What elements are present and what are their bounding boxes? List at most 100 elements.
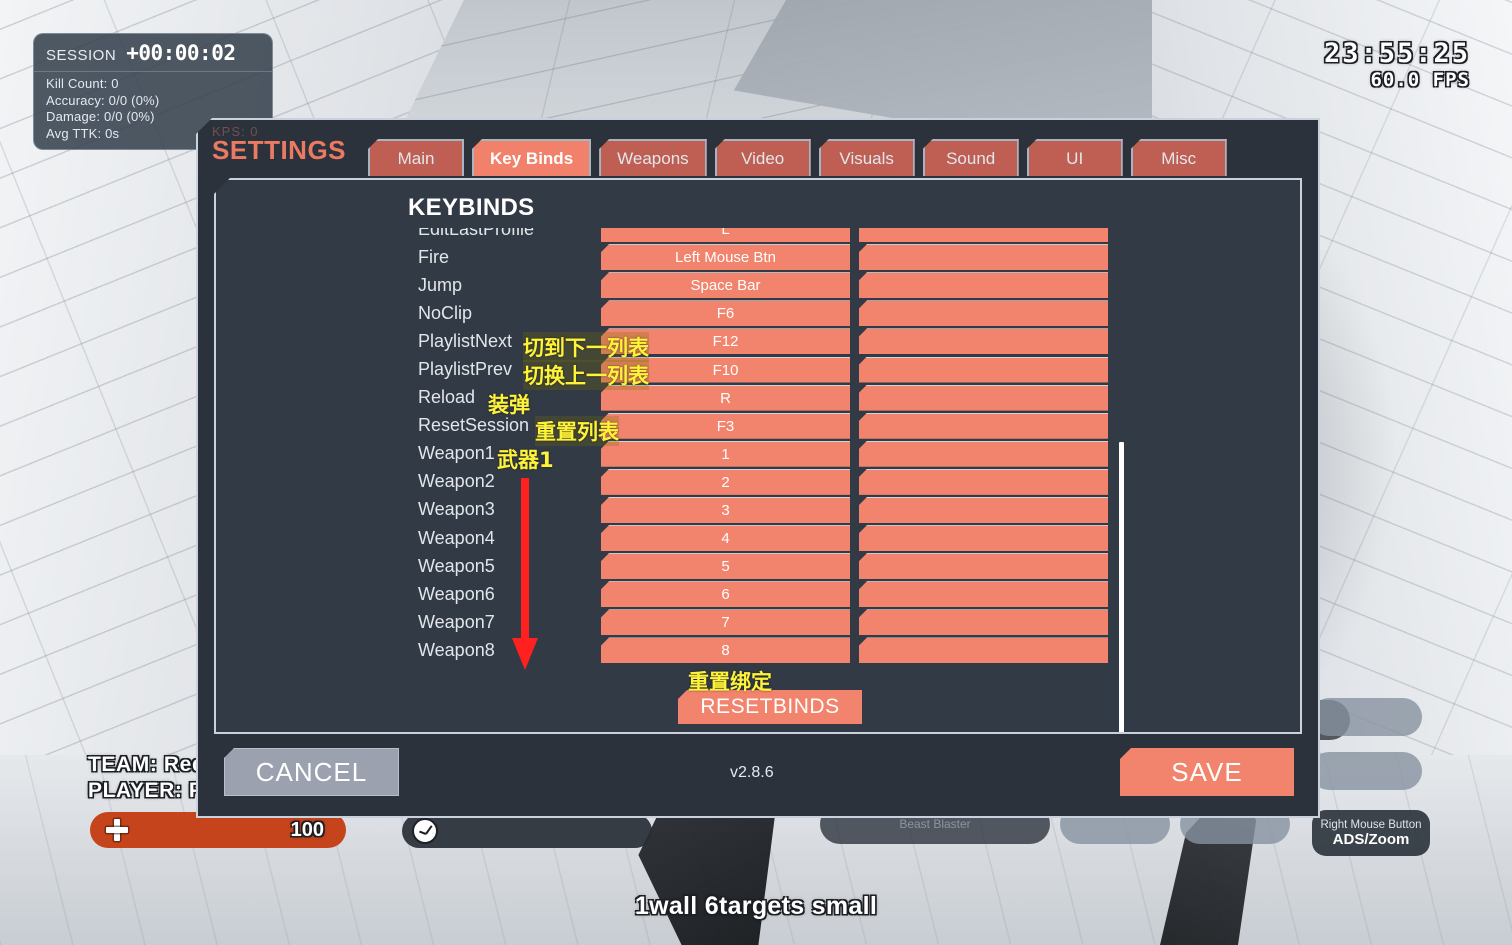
keybinds-list: EditLastProfile L Fire Left Mouse Btn Jump Sp… bbox=[216, 228, 1300, 665]
system-clock: 23:55:25 bbox=[1323, 38, 1470, 69]
keybind-row: NoClip F6 bbox=[216, 299, 1300, 327]
chinese-annotation: 武器1 bbox=[497, 448, 554, 472]
keybind-primary-button[interactable]: 6 bbox=[601, 581, 850, 608]
page-title: SETTINGS bbox=[212, 135, 347, 165]
keybind-row: Weapon7 7 bbox=[216, 608, 1300, 636]
stat-kill-count: Kill Count: 0 bbox=[46, 76, 119, 91]
scrollbar[interactable] bbox=[1119, 442, 1124, 732]
keybind-secondary-button[interactable] bbox=[859, 412, 1108, 439]
keybind-row: Weapon6 6 bbox=[216, 580, 1300, 608]
keybind-secondary-button[interactable] bbox=[859, 553, 1108, 580]
keybind-secondary-button[interactable] bbox=[859, 496, 1108, 523]
keybind-secondary-button[interactable] bbox=[859, 356, 1108, 383]
settings-footer: CANCEL v2.8.6 SAVE bbox=[198, 734, 1318, 816]
chinese-annotation: 切到下一列表 bbox=[523, 332, 649, 362]
keybind-primary-button[interactable]: 2 bbox=[601, 468, 850, 495]
weapon-slot-6[interactable] bbox=[1310, 752, 1422, 790]
keybind-row: PlaylistPrev F10 bbox=[216, 355, 1300, 383]
fps-counter: 60.0 FPS bbox=[1370, 69, 1470, 91]
keybind-row: Weapon1 1 bbox=[216, 440, 1300, 468]
keybind-primary-button[interactable]: Left Mouse Btn bbox=[601, 244, 850, 271]
keybind-row: EditLastProfile L bbox=[216, 228, 1300, 243]
keybind-row: Weapon4 4 bbox=[216, 524, 1300, 552]
weapon-slot-7-label: Beast Blaster bbox=[899, 817, 971, 831]
ads-bind-label: Right Mouse Button bbox=[1320, 818, 1422, 831]
keybind-primary-button[interactable]: 4 bbox=[601, 525, 850, 552]
keybind-row: Fire Left Mouse Btn bbox=[216, 243, 1300, 271]
tab-misc[interactable]: Misc bbox=[1130, 139, 1227, 176]
save-button[interactable]: SAVE bbox=[1120, 748, 1294, 796]
player-label: PLAYER: P bbox=[88, 779, 204, 802]
map-name-label: 1wall 6targets small bbox=[634, 892, 878, 920]
chinese-annotation: 装弹 bbox=[488, 393, 530, 417]
keybind-secondary-button[interactable] bbox=[859, 440, 1108, 467]
team-player-hud: TEAM: Red PLAYER: P bbox=[88, 752, 205, 804]
team-label: TEAM: Red bbox=[88, 753, 206, 776]
keybind-primary-button[interactable]: 7 bbox=[601, 609, 850, 636]
keybind-primary-button[interactable]: F3 bbox=[601, 412, 850, 439]
keybind-row: ResetSession F3 bbox=[216, 412, 1300, 440]
keybind-action-label: NoClip bbox=[418, 302, 473, 323]
keybind-primary-button[interactable]: F6 bbox=[601, 300, 850, 327]
ads-zoom-hud: Right Mouse Button ADS/Zoom bbox=[1312, 810, 1430, 856]
keybinds-scroll-area[interactable]: EditLastProfile L Fire Left Mouse Btn Jump Sp… bbox=[216, 228, 1300, 674]
keybind-action-label: Weapon2 bbox=[418, 471, 495, 492]
keybind-primary-button[interactable]: 1 bbox=[601, 440, 850, 467]
keybind-primary-button[interactable]: Space Bar bbox=[601, 272, 850, 299]
keybind-action-label: Fire bbox=[418, 246, 449, 267]
keybind-secondary-button[interactable] bbox=[859, 525, 1108, 552]
chinese-annotation: 重置列表 bbox=[535, 416, 619, 446]
keybind-secondary-button[interactable] bbox=[859, 328, 1108, 355]
keybind-row: Reload R bbox=[216, 384, 1300, 412]
tab-main[interactable]: Main bbox=[368, 139, 465, 176]
keybind-secondary-button[interactable] bbox=[859, 609, 1108, 636]
settings-titlebar: SETTINGS Main Key Binds Weapons Video Vi… bbox=[198, 120, 1318, 178]
keybind-action-label: Weapon7 bbox=[418, 611, 495, 632]
keybind-row: PlaylistNext F12 bbox=[216, 327, 1300, 355]
keybinds-panel: KEYBINDS EditLastProfile L Fire Left Mouse … bbox=[214, 178, 1302, 734]
weapon-slot-4[interactable] bbox=[1310, 698, 1422, 736]
keybind-secondary-button[interactable] bbox=[859, 244, 1108, 271]
session-header: SESSION +00:00:02 bbox=[34, 34, 272, 72]
tab-sound[interactable]: Sound bbox=[922, 139, 1019, 176]
keybind-action-label: Weapon8 bbox=[418, 639, 495, 660]
section-heading: KEYBINDS bbox=[408, 194, 535, 221]
keybind-primary-button[interactable]: 5 bbox=[601, 553, 850, 580]
keybind-secondary-button[interactable] bbox=[859, 581, 1108, 608]
session-label: SESSION bbox=[46, 47, 117, 64]
keybind-action-label: Weapon4 bbox=[418, 527, 495, 548]
session-timer: +00:00:02 bbox=[126, 41, 236, 65]
keybind-secondary-button[interactable] bbox=[859, 228, 1108, 243]
keybind-action-label: EditLastProfile bbox=[418, 228, 535, 239]
keybind-primary-button[interactable]: L bbox=[601, 228, 850, 243]
red-arrow-annotation bbox=[508, 478, 542, 674]
keybind-primary-button[interactable]: 8 bbox=[601, 637, 850, 664]
keybind-action-label: Reload bbox=[418, 387, 476, 408]
tab-key-binds[interactable]: Key Binds bbox=[472, 139, 592, 176]
keybind-secondary-button[interactable] bbox=[859, 637, 1108, 664]
keybind-action-label: Weapon5 bbox=[418, 555, 495, 576]
chinese-annotation: 切换上一列表 bbox=[523, 360, 649, 390]
scrollbar-thumb[interactable] bbox=[1119, 442, 1124, 732]
keybind-primary-button[interactable]: 3 bbox=[601, 496, 850, 523]
plus-icon bbox=[106, 819, 128, 841]
keybind-secondary-button[interactable] bbox=[859, 272, 1108, 299]
stat-accuracy: Accuracy: 0/0 (0%) bbox=[46, 92, 160, 108]
tab-visuals[interactable]: Visuals bbox=[818, 139, 915, 176]
clock-icon bbox=[412, 818, 438, 844]
keybind-secondary-button[interactable] bbox=[859, 300, 1108, 327]
tab-weapons[interactable]: Weapons bbox=[599, 139, 707, 176]
keybind-action-label: Weapon3 bbox=[418, 499, 495, 520]
clock-fps-hud: 23:55:25 60.0 FPS bbox=[1324, 38, 1470, 91]
chinese-annotation: 重置绑定 bbox=[688, 670, 772, 694]
keybind-row: Weapon2 2 bbox=[216, 468, 1300, 496]
cancel-button[interactable]: CANCEL bbox=[224, 748, 399, 796]
ammo-count: 100 bbox=[290, 818, 324, 841]
keybind-action-label: Weapon6 bbox=[418, 583, 495, 604]
ads-action-label: ADS/Zoom bbox=[1332, 830, 1410, 848]
keybind-secondary-button[interactable] bbox=[859, 384, 1108, 411]
tab-ui[interactable]: UI bbox=[1026, 139, 1123, 176]
tab-video[interactable]: Video bbox=[714, 139, 811, 176]
keybind-secondary-button[interactable] bbox=[859, 468, 1108, 495]
keybind-row: Weapon8 8 bbox=[216, 636, 1300, 664]
